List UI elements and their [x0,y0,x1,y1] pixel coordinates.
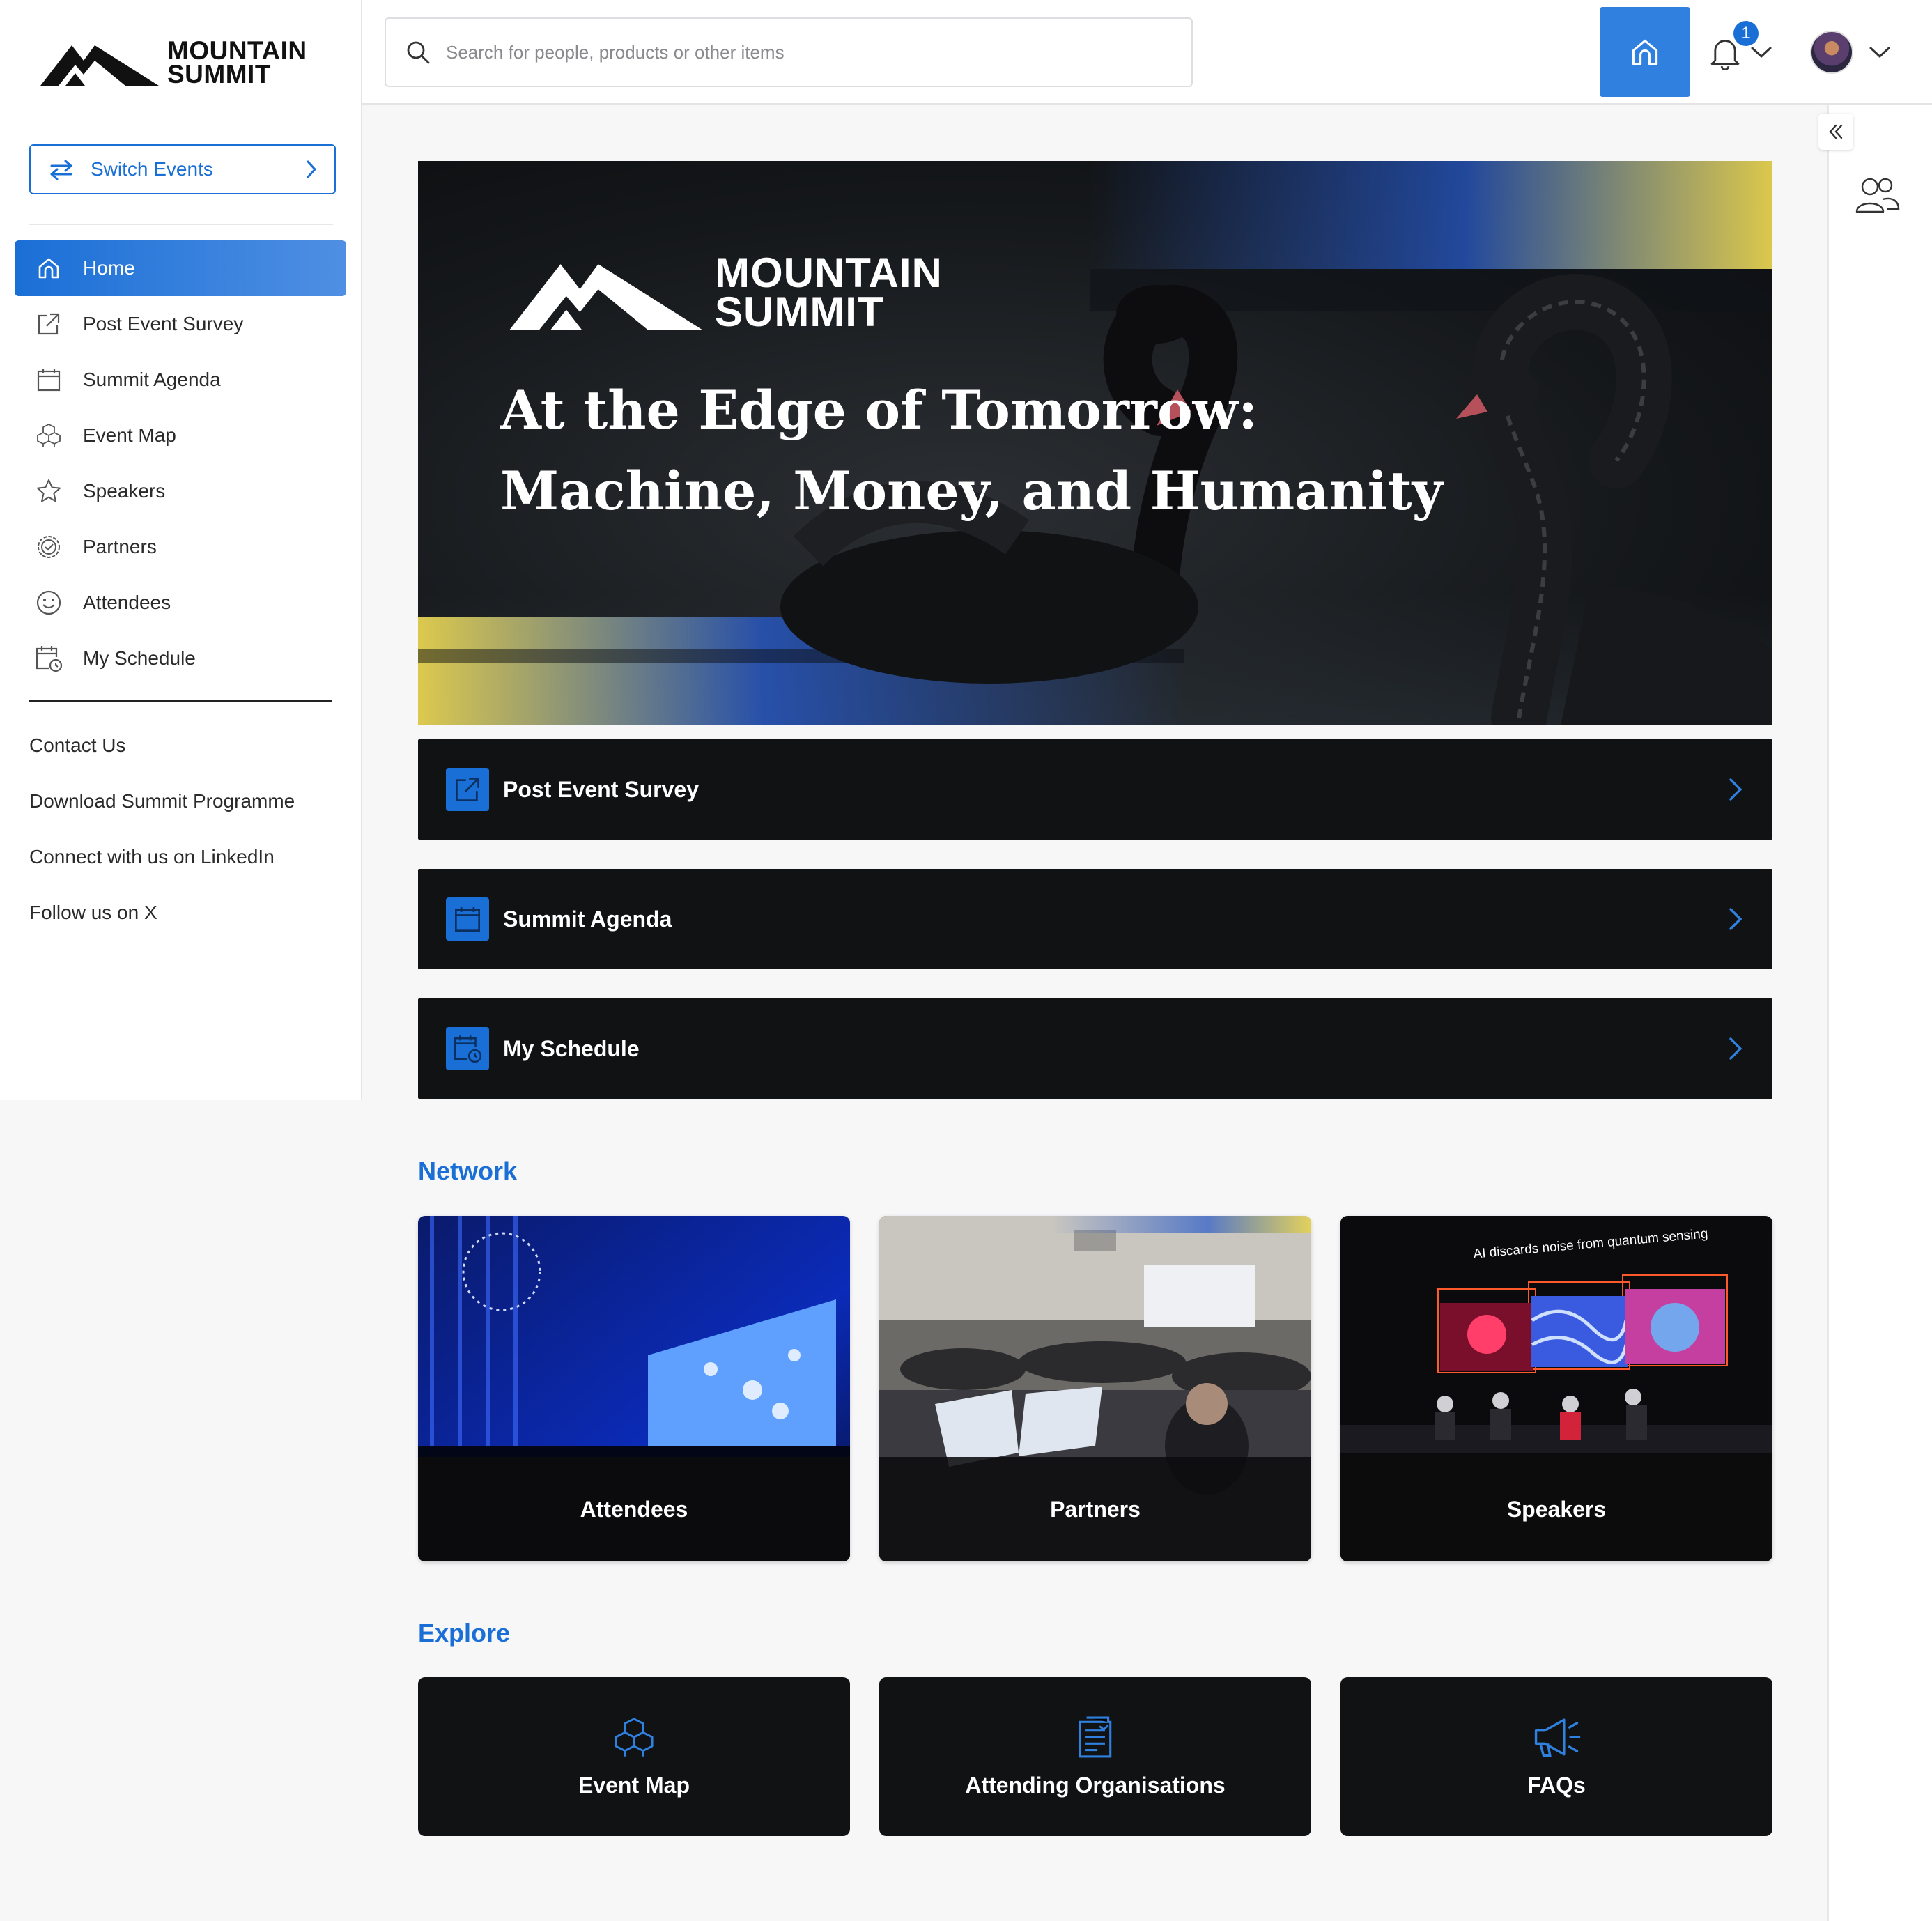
chevron-down-icon [1751,47,1772,59]
top-header: 1 [362,0,1932,105]
brand-wordmark: MOUNTAIN SUMMIT [167,36,307,88]
search-input[interactable] [446,41,1143,63]
double-chevron-left-icon [1829,124,1843,139]
search-bar[interactable] [385,17,1193,87]
sidebar-item-speakers[interactable]: Speakers [15,463,346,519]
network-card-attendees[interactable]: Attendees [418,1216,850,1561]
hero-title-line-1: At the Edge of Tomorrow: [500,379,1258,441]
external-link-icon [446,768,489,811]
calendar-icon [34,365,63,394]
explore-section-title: Explore [418,1619,511,1647]
cubes-icon [615,1717,654,1757]
brand-line-1: MOUNTAIN [167,36,307,65]
chevron-right-icon [1729,1037,1742,1060]
sidebar-nav: Home Post Event Survey Summit Agenda Eve… [15,240,346,686]
network-card-partners[interactable]: Partners [879,1216,1311,1561]
sidebar-item-label: Home [83,257,135,279]
sidebar-item-label: Speakers [83,480,166,502]
home-icon [34,254,63,283]
x-link[interactable]: Follow us on X [29,885,295,941]
sidebar-item-post-event-survey[interactable]: Post Event Survey [15,296,346,352]
action-post-event-survey[interactable]: Post Event Survey [418,739,1772,840]
card-caption: Speakers [1340,1457,1772,1561]
sidebar-divider [29,224,333,225]
calendar-icon [446,897,489,941]
sidebar-item-partners[interactable]: Partners [15,519,346,575]
chevron-right-icon [1729,908,1742,930]
chevron-right-icon [1729,778,1742,801]
explore-tile-faqs[interactable]: FAQs [1340,1677,1772,1836]
switch-events-label: Switch Events [91,158,213,180]
chevron-down-icon [1869,47,1890,59]
sidebar-item-label: My Schedule [83,647,196,669]
explore-tile-attending-organisations[interactable]: Attending Organisations [879,1677,1311,1836]
user-menu[interactable] [1810,29,1891,75]
hero-title-line-2: Machine, Money, and Humanity [500,460,1443,522]
contact-us-link[interactable]: Contact Us [29,718,295,773]
tile-label: Attending Organisations [965,1772,1226,1798]
swap-arrows-icon [50,160,72,180]
smiley-icon [34,588,63,617]
sidebar-links-divider [29,700,332,702]
search-icon [407,41,430,64]
notification-count-badge: 1 [1733,21,1759,46]
hero-brand-line-1: MOUNTAIN [715,249,943,296]
card-caption: Attendees [418,1457,850,1561]
explore-tile-event-map[interactable]: Event Map [418,1677,850,1836]
action-label: Post Event Survey [503,776,699,802]
sidebar-item-label: Post Event Survey [83,313,244,334]
network-card-speakers[interactable]: AI discards noise from quantum sensing S… [1340,1216,1772,1561]
action-my-schedule[interactable]: My Schedule [418,998,1772,1099]
megaphone-icon [1534,1718,1581,1757]
sidebar: MOUNTAIN SUMMIT Switch Events Home Post … [0,0,362,1100]
collapse-panel-button[interactable] [1818,114,1853,150]
badge-icon [34,532,63,562]
cubes-icon [34,421,63,450]
home-button[interactable] [1600,7,1690,97]
mountain-logo-icon [40,45,159,86]
hero-wordmark: MOUNTAIN SUMMIT [715,249,943,335]
brand-line-2: SUMMIT [167,60,271,88]
linkedin-link[interactable]: Connect with us on LinkedIn [29,829,295,885]
download-programme-link[interactable]: Download Summit Programme [29,773,295,829]
sidebar-item-my-schedule[interactable]: My Schedule [15,631,346,686]
tile-label: Event Map [578,1772,690,1798]
star-icon [34,477,63,506]
sidebar-item-event-map[interactable]: Event Map [15,408,346,463]
hero-brand-line-2: SUMMIT [715,288,884,335]
people-icon[interactable] [1855,174,1901,218]
sidebar-links: Contact Us Download Summit Programme Con… [29,718,295,941]
hero-logo: MOUNTAIN SUMMIT [509,249,943,335]
document-icon [1079,1716,1112,1757]
calendar-clock-icon [34,644,63,673]
avatar [1810,31,1853,74]
home-icon [1632,39,1658,65]
card-caption: Partners [879,1457,1311,1561]
calendar-clock-icon [446,1027,489,1070]
switch-events-button[interactable]: Switch Events [29,144,336,194]
action-label: My Schedule [503,1035,640,1061]
sidebar-item-home[interactable]: Home [15,240,346,296]
action-summit-agenda[interactable]: Summit Agenda [418,869,1772,969]
action-label: Summit Agenda [503,906,672,932]
chevron-right-icon [307,160,317,178]
external-link-icon [34,309,63,339]
card-gradient-line [1052,1216,1311,1233]
sidebar-item-label: Partners [83,536,157,557]
sidebar-item-summit-agenda[interactable]: Summit Agenda [15,352,346,408]
network-section-title: Network [418,1157,518,1185]
mountain-logo-icon [509,264,704,330]
brand-logo[interactable]: MOUNTAIN SUMMIT [40,38,307,88]
right-rail [1827,105,1932,1921]
hero-banner: MOUNTAIN SUMMIT At the Edge of Tomorrow:… [418,161,1772,725]
sidebar-item-label: Attendees [83,592,171,613]
sidebar-item-label: Summit Agenda [83,369,221,390]
sidebar-item-label: Event Map [83,424,176,446]
sidebar-item-attendees[interactable]: Attendees [15,575,346,631]
tile-label: FAQs [1527,1772,1586,1798]
hero-title: At the Edge of Tomorrow: Machine, Money,… [500,370,1476,532]
